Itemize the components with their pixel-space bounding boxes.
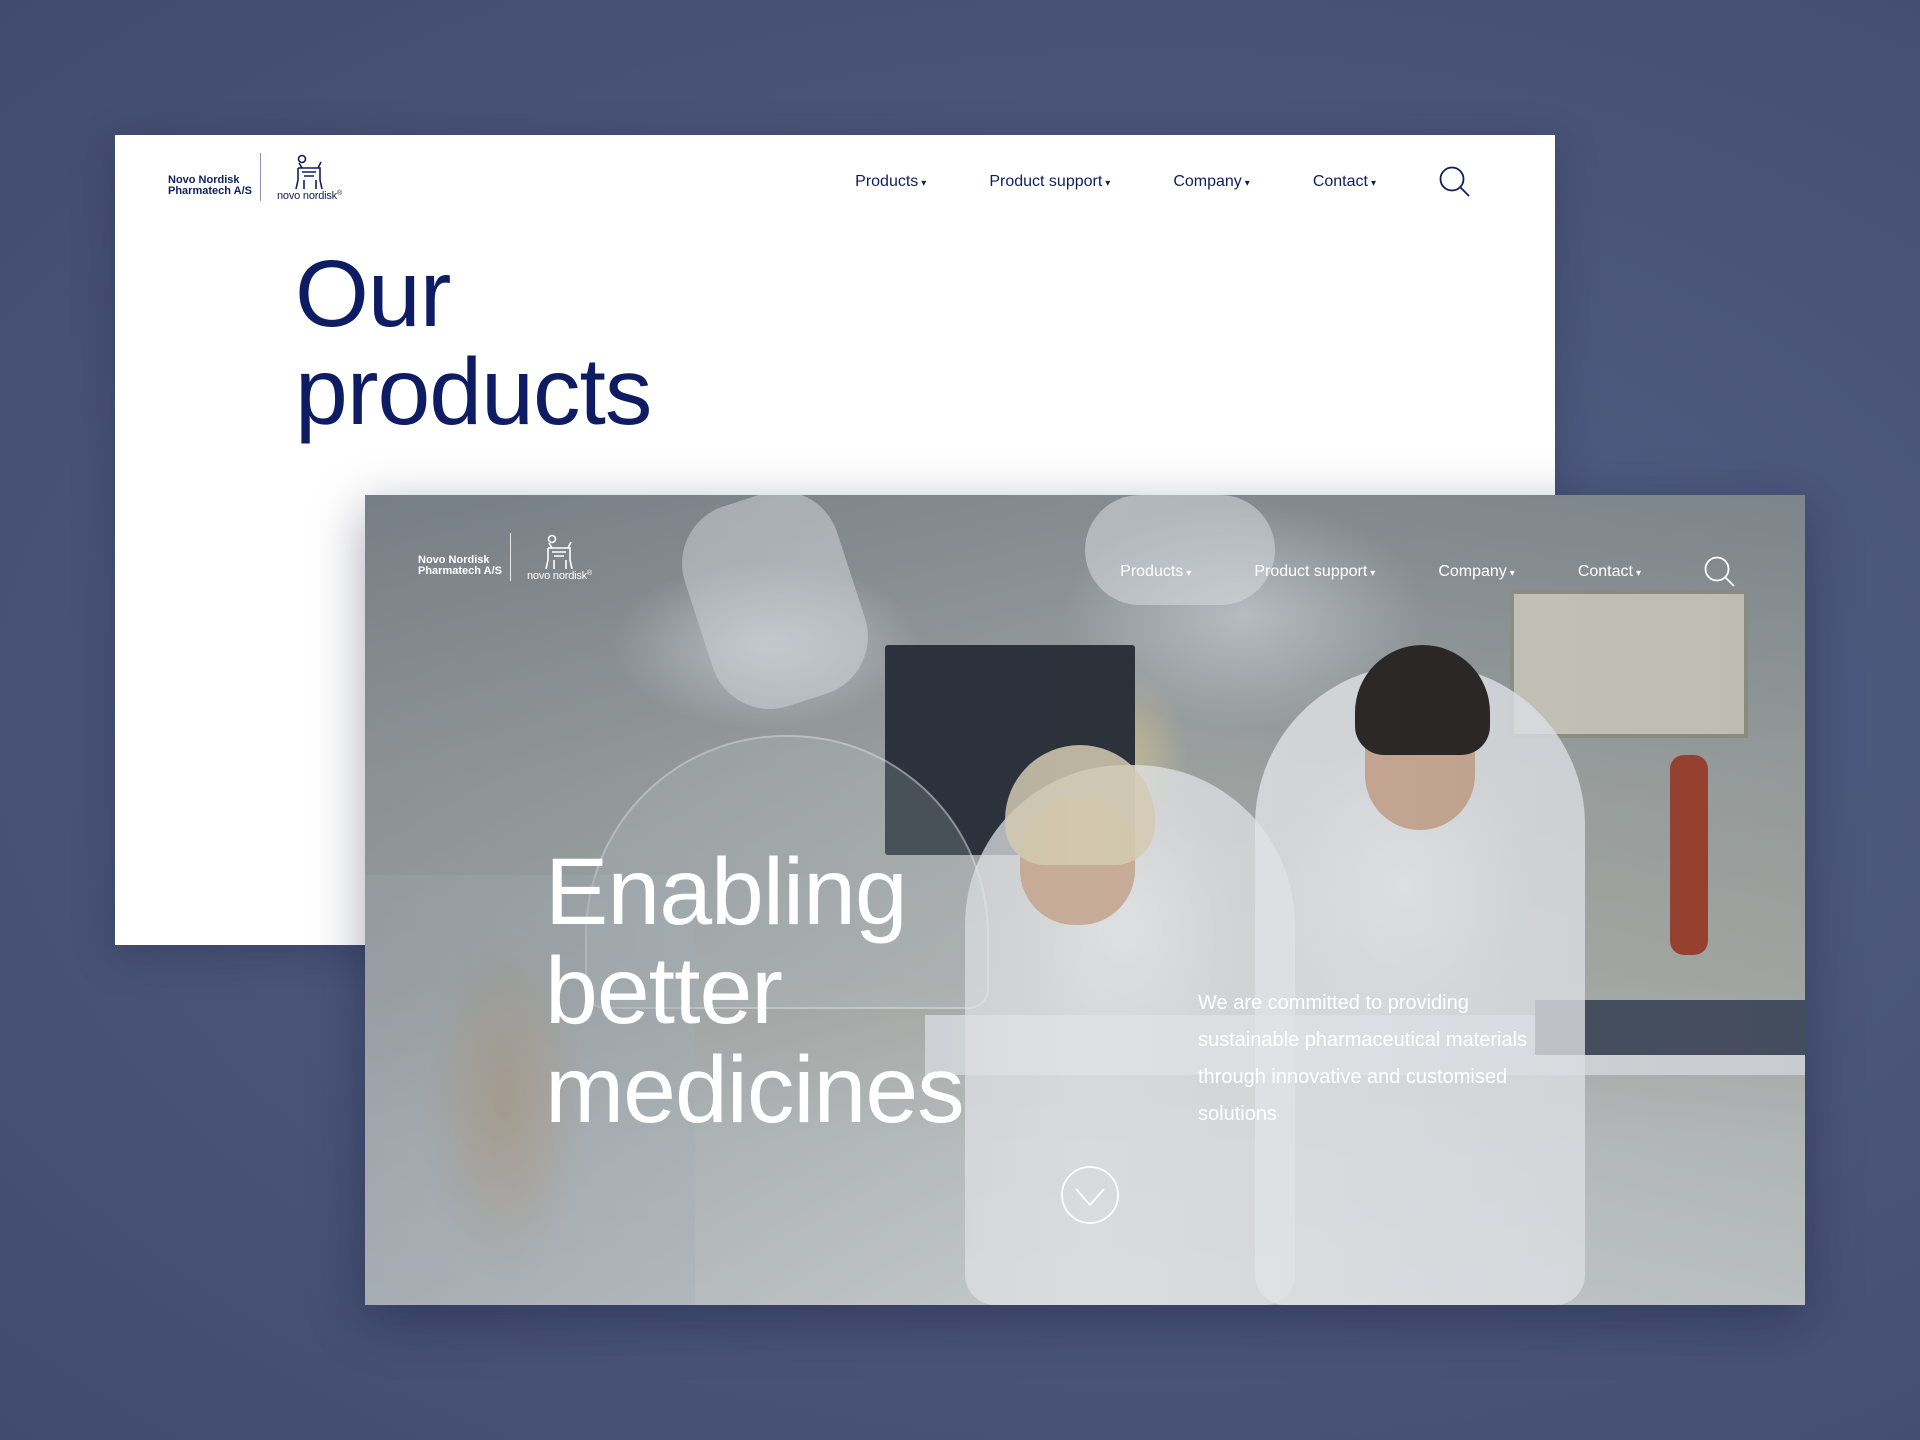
nav-contact[interactable]: Contact ▾ [1578,563,1641,581]
bull-icon [295,154,324,190]
caret-down-icon: ▾ [1370,178,1376,189]
nav-product-support[interactable]: Product support ▾ [1254,563,1375,581]
main-navigation: Products ▾ Product support ▾ Company ▾ Cont… [792,165,1472,199]
site-header: Novo Nordisk Pharmatech A/S novo nordisk… [365,515,1805,615]
page-title-line1: Our [295,241,451,347]
hero-title: Enabling better medicines [545,843,1145,1140]
caret-down-icon: ▾ [1186,568,1192,579]
logo-name-line2: Pharmatech A/S [168,185,252,197]
apis-bull-logo: novo nordisk® [527,532,592,582]
nav-products[interactable]: Products ▾ [1120,563,1191,581]
logo-name-line2: Pharmatech A/S [418,565,502,577]
hero-title-line2: better [545,938,783,1044]
logo-divider [260,153,261,201]
main-navigation: Products ▾ Product support ▾ Company ▾ Cont… [1057,555,1737,589]
page-title: Our products [295,245,895,441]
nav-products[interactable]: Products ▾ [855,173,926,191]
caret-down-icon: ▾ [1244,178,1250,189]
logo-wordmark: novo nordisk® [527,570,592,582]
caret-down-icon: ▾ [921,178,927,189]
logo-company-name: Novo Nordisk Pharmatech A/S [418,555,506,577]
caret-down-icon: ▾ [1105,178,1111,189]
page-title-line2: products [295,339,652,445]
home-page-screenshot: Novo Nordisk Pharmatech A/S novo nordisk… [365,495,1805,1305]
nav-product-support[interactable]: Product support ▾ [989,173,1110,191]
site-header: Novo Nordisk Pharmatech A/S novo nordisk… [115,135,1555,235]
logo-wordmark: novo nordisk® [277,190,342,202]
nav-company[interactable]: Company ▾ [1438,563,1515,581]
nav-contact[interactable]: Contact ▾ [1313,173,1376,191]
chevron-down-circle-icon[interactable] [1060,1165,1120,1225]
caret-down-icon: ▾ [1509,568,1515,579]
logo-company-name: Novo Nordisk Pharmatech A/S [168,175,256,197]
company-logo[interactable]: Novo Nordisk Pharmatech A/S novo nordisk… [168,152,342,202]
hero-tagline: We are committed to providing sustainabl… [1198,992,1528,1125]
search-icon[interactable] [1703,555,1737,589]
apis-bull-logo: novo nordisk® [277,152,342,202]
logo-divider [510,533,511,581]
caret-down-icon: ▾ [1370,568,1376,579]
nav-company[interactable]: Company ▾ [1173,173,1250,191]
bull-icon [545,534,574,570]
hero-title-line3: medicines [545,1037,965,1143]
search-icon[interactable] [1438,165,1472,199]
caret-down-icon: ▾ [1635,568,1641,579]
hero-title-line1: Enabling [545,839,908,945]
company-logo[interactable]: Novo Nordisk Pharmatech A/S novo nordisk… [418,532,592,582]
